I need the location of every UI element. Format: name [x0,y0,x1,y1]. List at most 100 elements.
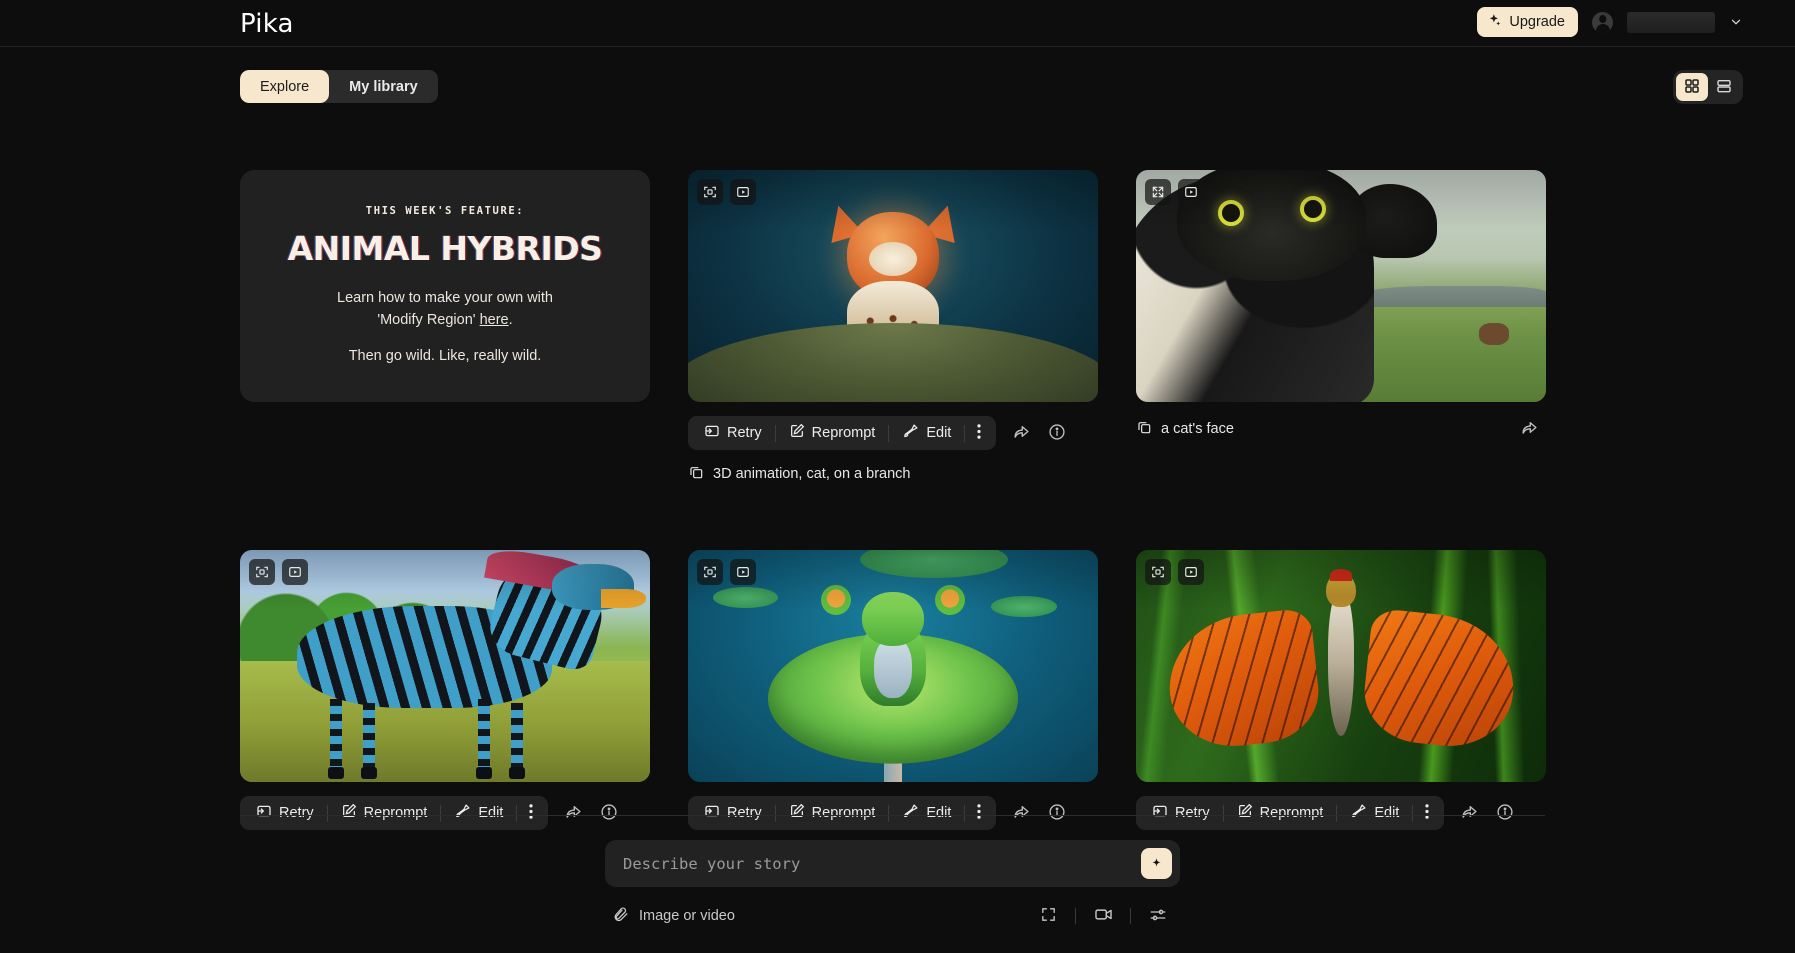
card-toolbar: Retry Reprompt Edit [688,796,1098,830]
card-toolbar: Retry Reprompt Edit [240,796,650,830]
retry-icon [1152,803,1168,823]
reprompt-pencil-icon [341,803,357,823]
video-thumbnail[interactable] [688,550,1098,782]
play-icon[interactable] [282,559,308,585]
card-zebra-bird: Retry Reprompt Edit [240,550,650,830]
prompt-text: 3D animation, cat, on a branch [713,467,910,482]
info-icon [1048,423,1066,444]
play-icon[interactable] [730,559,756,585]
retry-button[interactable]: Retry [691,796,775,830]
feature-card[interactable]: THIS WEEK'S FEATURE: ANIMAL HYBRIDS Lear… [240,170,650,402]
edit-button[interactable]: Edit [441,796,516,830]
list-view-button[interactable] [1708,73,1740,101]
modify-region-link[interactable]: here [480,312,509,328]
prompt-input[interactable] [605,855,1180,873]
user-name-redacted [1627,12,1715,33]
reprompt-pencil-icon [789,803,805,823]
tab-explore[interactable]: Explore [240,70,329,103]
copy-icon[interactable] [1136,419,1152,439]
share-button[interactable] [1452,796,1486,830]
grid-view-button[interactable] [1676,73,1708,101]
share-button[interactable] [1512,412,1546,446]
retry-label: Retry [727,805,762,821]
paintbrush-icon [902,803,919,824]
info-button[interactable] [1040,796,1074,830]
reprompt-button[interactable]: Reprompt [776,416,889,450]
edit-label: Edit [1374,805,1399,821]
retry-button[interactable]: Retry [1139,796,1223,830]
generate-button[interactable] [1141,848,1172,879]
retry-label: Retry [1175,805,1210,821]
section-divider [240,815,1545,816]
card-cats-face: a cat's face [1136,170,1546,484]
info-icon [1496,803,1514,824]
more-options-button[interactable] [965,796,993,830]
info-button[interactable] [1040,416,1074,450]
paperclip-icon [612,906,629,927]
feature-line-2-prefix: 'Modify Region' [377,312,479,328]
upgrade-button[interactable]: Upgrade [1477,7,1578,37]
video-thumbnail[interactable] [688,170,1098,402]
reprompt-button[interactable]: Reprompt [1224,796,1337,830]
share-icon [1012,802,1031,824]
video-thumbnail[interactable] [240,550,650,782]
thumbnail-overlay-buttons [1145,559,1204,585]
expand-frame-icon[interactable] [697,179,723,205]
aspect-ratio-button[interactable] [1033,902,1063,930]
expand-frame-icon[interactable] [1145,559,1171,585]
retry-button[interactable]: Retry [243,796,327,830]
app-logo[interactable]: Pika [240,9,294,39]
play-icon[interactable] [1178,179,1204,205]
card-toolbar: Retry Reprompt Edit [688,416,1098,450]
expand-frame-icon[interactable] [697,559,723,585]
share-button[interactable] [556,796,590,830]
thumbnail-overlay-buttons [697,559,756,585]
play-icon[interactable] [730,179,756,205]
info-icon [600,803,618,824]
edit-button[interactable]: Edit [1337,796,1412,830]
user-avatar-icon[interactable] [1592,12,1613,33]
card-prompt-caption[interactable]: 3D animation, cat, on a branch [688,464,1098,484]
edit-button[interactable]: Edit [889,416,964,450]
play-icon[interactable] [1178,559,1204,585]
sliders-icon [1149,906,1167,927]
tool-divider [1075,908,1076,924]
retry-button[interactable]: Retry [691,416,775,450]
more-options-button[interactable] [965,416,993,450]
main-tabs: Explore My library [240,70,438,103]
more-options-button[interactable] [1413,796,1441,830]
edit-button[interactable]: Edit [889,796,964,830]
feature-line-3: Then go wild. Like, really wild. [349,348,542,364]
chevron-down-icon[interactable] [1729,15,1743,29]
share-button[interactable] [1004,796,1038,830]
reprompt-button[interactable]: Reprompt [328,796,441,830]
generation-settings-button[interactable] [1143,902,1173,930]
feature-title: ANIMAL HYBRIDS [288,229,603,268]
more-options-button[interactable] [517,796,545,830]
app-root: Pika Upgrade Explore My library [0,0,1795,953]
video-settings-button[interactable] [1088,902,1118,930]
video-thumbnail[interactable] [1136,170,1546,402]
sparkles-icon [1487,13,1502,32]
card-cat-branch: Retry Reprompt Edit [688,170,1098,484]
share-icon [1460,802,1479,824]
attach-media-button[interactable]: Image or video [612,906,735,927]
share-icon [564,802,583,824]
list-icon [1716,78,1732,97]
info-button[interactable] [1488,796,1522,830]
view-toggle [1673,70,1743,104]
tab-my-library[interactable]: My library [329,70,438,103]
reprompt-label: Reprompt [364,805,428,821]
expand-arrows-icon[interactable] [1145,179,1171,205]
copy-icon[interactable] [688,464,704,484]
reprompt-button[interactable]: Reprompt [776,796,889,830]
info-button[interactable] [592,796,626,830]
paintbrush-icon [1350,803,1367,824]
thumbnail-overlay-buttons [249,559,308,585]
expand-frame-icon[interactable] [249,559,275,585]
tool-divider [1130,908,1131,924]
share-button[interactable] [1004,416,1038,450]
upgrade-label: Upgrade [1509,14,1565,30]
video-thumbnail[interactable] [1136,550,1546,782]
card-prompt-caption[interactable]: a cat's face [1136,419,1234,439]
